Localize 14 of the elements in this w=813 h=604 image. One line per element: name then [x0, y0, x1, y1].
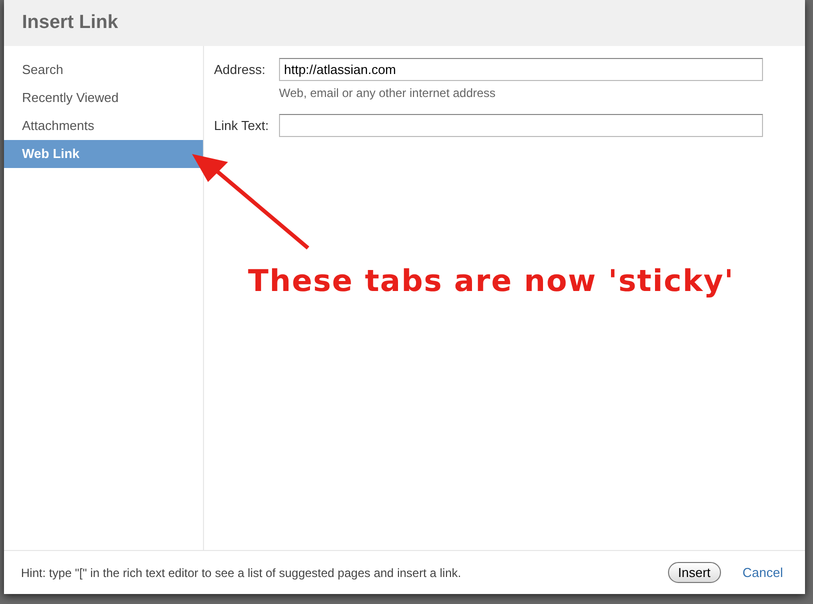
input-field[interactable] — [279, 114, 763, 137]
annotation-text: These tabs are now 'sticky' — [248, 264, 734, 299]
sidebar-tab[interactable]: Recently Viewed — [4, 84, 203, 112]
insert-button[interactable]: Insert — [668, 562, 721, 583]
arrow-icon — [192, 154, 310, 250]
field-label: Link Text: — [214, 117, 270, 135]
help-text: Web, email or any other internet address — [279, 86, 497, 100]
sidebar-tab[interactable]: Search — [4, 56, 203, 84]
sidebar-tab[interactable]: Attachments — [4, 112, 203, 140]
field-label: Address: — [214, 61, 266, 79]
dialog-title: Insert Link — [22, 12, 118, 34]
cancel-link[interactable]: Cancel — [742, 565, 783, 580]
input-field[interactable]: http://atlassian.com — [279, 58, 763, 81]
hint-text: Hint: type "[" in the rich text editor to see a list of suggested pages and insert a link. — [21, 566, 462, 580]
